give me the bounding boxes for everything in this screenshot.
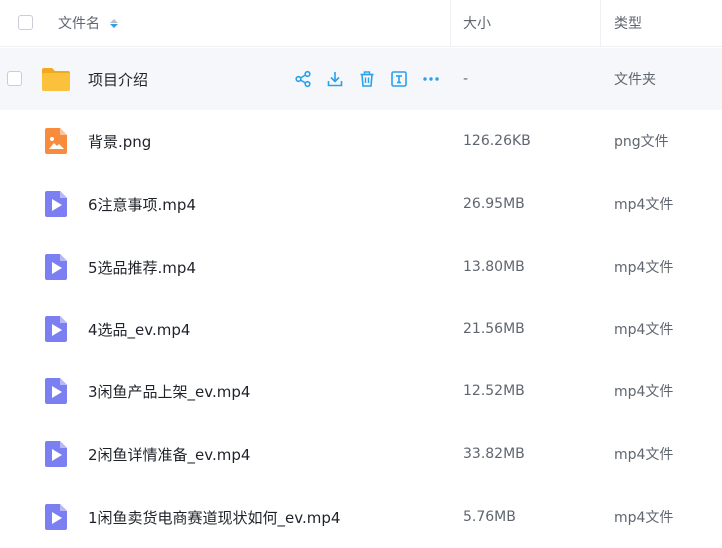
file-row[interactable]: 6注意事项.mp4 26.95MB mp4文件 <box>0 173 722 235</box>
column-header-type-label: 类型 <box>614 16 642 32</box>
delete-icon[interactable] <box>357 70 376 89</box>
file-type: png文件 <box>614 134 669 150</box>
file-size: - <box>463 71 469 87</box>
file-row[interactable]: 4选品_ev.mp4 21.56MB mp4文件 <box>0 298 722 360</box>
file-name[interactable]: 背景.png <box>88 110 151 172</box>
column-header-name-label: 文件名 <box>58 16 100 32</box>
file-row[interactable]: 3闲鱼产品上架_ev.mp4 12.52MB mp4文件 <box>0 360 722 422</box>
file-size: 12.52MB <box>463 383 525 399</box>
file-size: 21.56MB <box>463 321 525 337</box>
file-name[interactable]: 5选品推荐.mp4 <box>88 236 196 298</box>
file-name[interactable]: 项目介绍 <box>88 48 148 110</box>
file-type: mp4文件 <box>614 197 674 213</box>
file-row[interactable]: 2闲鱼详情准备_ev.mp4 33.82MB mp4文件 <box>0 423 722 485</box>
file-size: 33.82MB <box>463 446 525 462</box>
video-file-icon <box>45 504 67 530</box>
row-actions <box>293 48 440 110</box>
file-name[interactable]: 2闲鱼详情准备_ev.mp4 <box>88 423 250 485</box>
file-name[interactable]: 6注意事项.mp4 <box>88 173 196 235</box>
more-icon[interactable] <box>421 70 440 89</box>
download-icon[interactable] <box>325 70 344 89</box>
file-size: 13.80MB <box>463 259 525 275</box>
video-file-icon <box>45 191 67 217</box>
share-icon[interactable] <box>293 70 312 89</box>
video-file-icon <box>45 254 67 280</box>
file-type: mp4文件 <box>614 260 674 276</box>
video-file-icon <box>45 378 67 404</box>
column-divider[interactable] <box>600 0 601 46</box>
file-row[interactable]: 背景.png 126.26KB png文件 <box>0 110 722 172</box>
file-row[interactable]: 1闲鱼卖货电商赛道现状如何_ev.mp4 5.76MB mp4文件 <box>0 486 722 548</box>
column-header-type[interactable]: 类型 <box>614 0 642 46</box>
sort-icon[interactable] <box>110 18 118 28</box>
file-type: 文件夹 <box>614 72 656 88</box>
row-checkbox[interactable] <box>7 71 22 86</box>
file-type: mp4文件 <box>614 384 674 400</box>
video-file-icon <box>45 316 67 342</box>
file-size: 26.95MB <box>463 196 525 212</box>
file-row[interactable]: 项目介绍 - 文件夹 <box>0 48 722 110</box>
column-header-size-label: 大小 <box>463 16 491 32</box>
file-name[interactable]: 1闲鱼卖货电商赛道现状如何_ev.mp4 <box>88 486 340 548</box>
file-row[interactable]: 5选品推荐.mp4 13.80MB mp4文件 <box>0 236 722 298</box>
column-divider[interactable] <box>450 0 451 46</box>
file-name[interactable]: 3闲鱼产品上架_ev.mp4 <box>88 360 250 422</box>
file-type: mp4文件 <box>614 322 674 338</box>
file-type: mp4文件 <box>614 447 674 463</box>
image-file-icon <box>45 128 67 154</box>
file-list-header: 文件名 大小 类型 <box>0 0 722 47</box>
file-type: mp4文件 <box>614 510 674 526</box>
file-name[interactable]: 4选品_ev.mp4 <box>88 298 190 360</box>
file-size: 126.26KB <box>463 133 531 149</box>
video-file-icon <box>45 441 67 467</box>
column-header-name[interactable]: 文件名 <box>58 0 118 46</box>
rename-icon[interactable] <box>389 70 408 89</box>
column-header-size[interactable]: 大小 <box>463 0 491 46</box>
file-size: 5.76MB <box>463 509 516 525</box>
select-all-checkbox[interactable] <box>18 15 33 30</box>
folder-icon <box>42 68 70 91</box>
